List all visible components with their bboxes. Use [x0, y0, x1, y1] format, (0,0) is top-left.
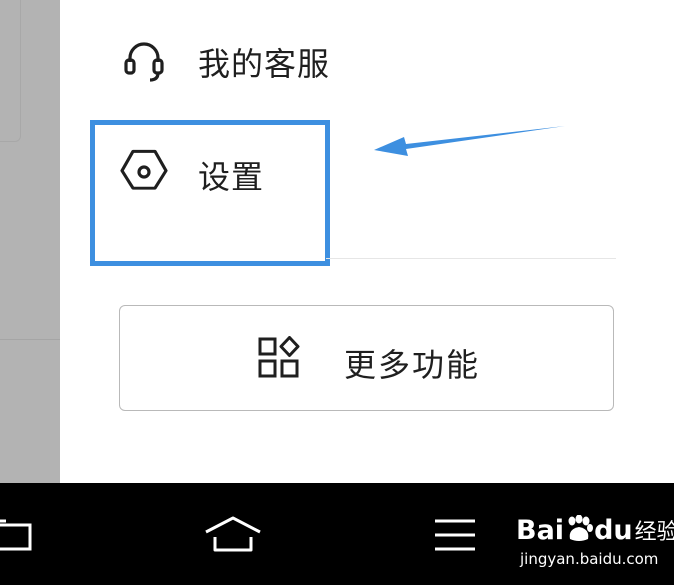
headset-icon: [120, 36, 168, 84]
apps-grid-icon: [257, 336, 301, 380]
baidu-jingyan-watermark: Bai du经验 jingyan.baidu.com: [516, 510, 674, 576]
more-features-label: 更多功能: [344, 347, 481, 383]
highlight-box: [90, 120, 330, 266]
watermark-logo: Bai du经验: [516, 514, 674, 546]
menu-item-customer-service[interactable]: 我的客服: [60, 30, 460, 90]
background-card: [0, 0, 21, 142]
more-features-button[interactable]: 更多功能: [119, 305, 614, 411]
watermark-url: jingyan.baidu.com: [520, 550, 659, 568]
watermark-brand-suffix: du: [594, 515, 633, 546]
divider: [326, 258, 616, 259]
background-divider: [0, 339, 60, 340]
paw-icon: [564, 514, 594, 543]
pointer-arrow-icon: [374, 126, 565, 156]
menu-icon[interactable]: [433, 518, 477, 557]
back-icon[interactable]: [0, 515, 34, 560]
watermark-brand-cn: 经验: [634, 520, 674, 545]
home-icon[interactable]: [203, 515, 263, 560]
menu-item-label: 我的客服: [198, 46, 331, 82]
watermark-brand: Bai: [516, 515, 565, 546]
